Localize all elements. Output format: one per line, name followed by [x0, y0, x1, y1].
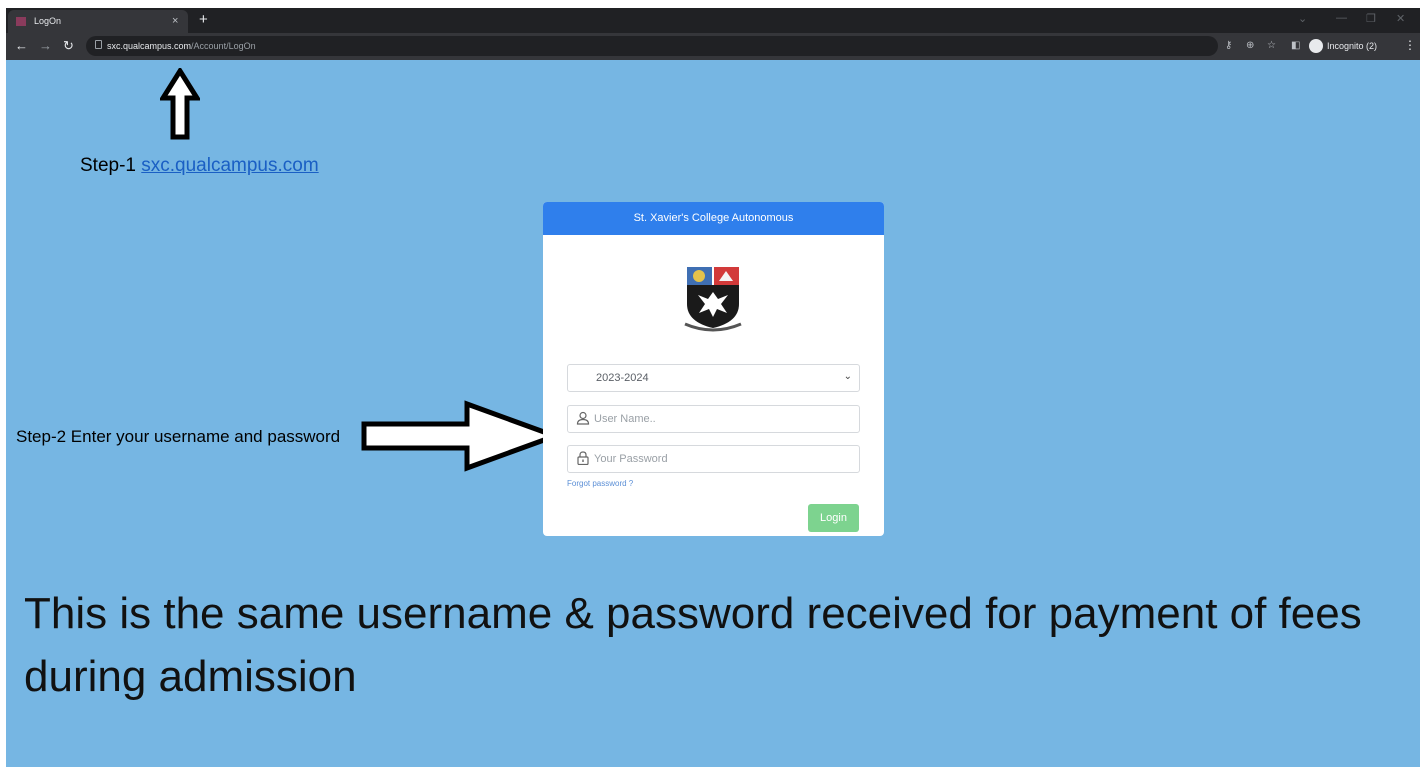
academic-year-value: 2023-2024 [596, 372, 649, 384]
step1-prefix: Step-1 [80, 155, 142, 176]
browser-menu-icon[interactable]: ⋮ [1404, 38, 1416, 52]
bookmark-star-icon[interactable]: ☆ [1267, 40, 1276, 51]
reload-button[interactable]: ↻ [63, 38, 74, 54]
restore-button[interactable]: ❐ [1366, 12, 1376, 25]
close-window-button[interactable]: ✕ [1396, 12, 1405, 25]
password-input[interactable]: Your Password [567, 445, 860, 473]
lock-icon[interactable] [95, 40, 102, 49]
zoom-icon[interactable]: ⊕ [1246, 40, 1254, 51]
user-icon [576, 411, 590, 425]
tab-title: LogOn [34, 16, 62, 26]
browser-toolbar: ← → ↻ sxc.qualcampus.com/Account/LogOn ⚷… [6, 33, 1420, 60]
browser-tab-bar: LogOn × + ⌄ — ❐ ✕ [6, 8, 1420, 33]
incognito-avatar-icon [1309, 39, 1323, 53]
incognito-profile-button[interactable]: Incognito (2) [1309, 36, 1389, 56]
side-panel-icon[interactable]: ◧ [1291, 40, 1300, 51]
tab-favicon-icon [16, 17, 26, 26]
new-tab-button[interactable]: + [199, 11, 208, 28]
arrow-right-icon [361, 400, 559, 472]
step2-annotation: Step-2 Enter your username and password [16, 427, 341, 446]
tab-search-icon[interactable]: ⌄ [1298, 12, 1307, 25]
step1-link[interactable]: sxc.qualcampus.com [141, 155, 318, 176]
login-card: St. Xavier's College Autonomous 2023-202… [543, 202, 884, 536]
academic-year-select[interactable]: 2023-2024 ⌄ [567, 364, 860, 392]
login-button[interactable]: Login [808, 504, 859, 532]
address-bar[interactable]: sxc.qualcampus.com/Account/LogOn [86, 36, 1218, 56]
admission-note: This is the same username & password rec… [24, 589, 1362, 701]
username-placeholder: User Name.. [594, 413, 656, 425]
screenshot-frame: LogOn × + ⌄ — ❐ ✕ ← → ↻ sxc.qualcampus.c… [6, 8, 1420, 767]
url-host: sxc.qualcampus.com [107, 41, 192, 51]
college-crest-logo [684, 267, 742, 332]
login-card-header: St. Xavier's College Autonomous [543, 202, 884, 235]
step1-annotation: Step-1 sxc.qualcampus.com [80, 155, 319, 177]
tab-close-button[interactable]: × [172, 15, 178, 27]
lock-icon [577, 451, 589, 465]
url-path: /Account/LogOn [191, 41, 256, 51]
password-placeholder: Your Password [594, 453, 668, 465]
password-key-icon[interactable]: ⚷ [1225, 40, 1232, 51]
username-input[interactable]: User Name.. [567, 405, 860, 433]
back-button[interactable]: ← [15, 38, 28, 53]
incognito-label: Incognito (2) [1327, 41, 1378, 51]
address-url: sxc.qualcampus.com/Account/LogOn [107, 41, 256, 51]
forward-button[interactable]: → [39, 38, 52, 53]
browser-tab[interactable]: LogOn × [8, 10, 188, 33]
arrow-up-icon [160, 68, 200, 140]
chevron-down-icon: ⌄ [843, 371, 852, 382]
minimize-button[interactable]: — [1336, 12, 1347, 24]
forgot-password-link[interactable]: Forgot password ? [567, 479, 633, 488]
